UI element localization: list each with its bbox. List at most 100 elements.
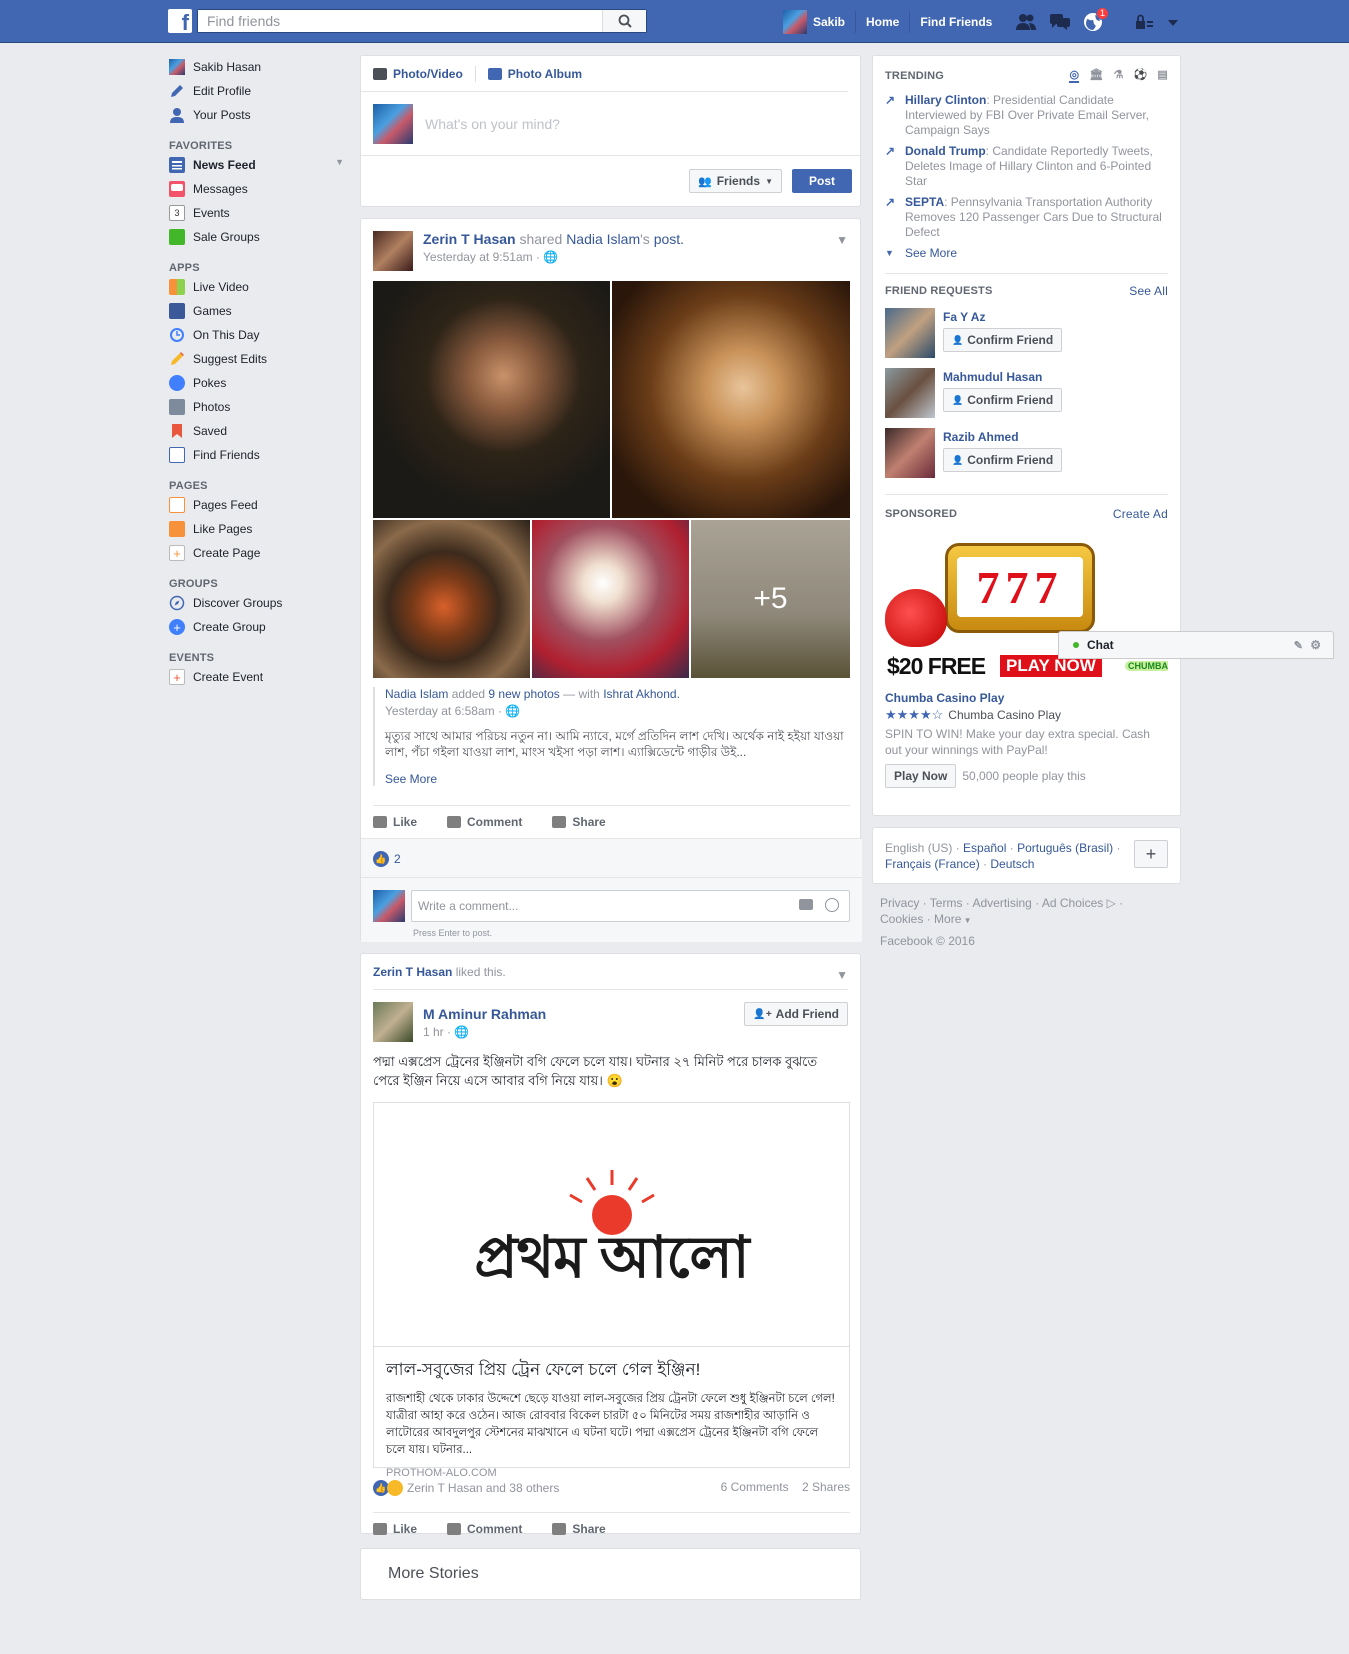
- tab-photo-video[interactable]: Photo/Video: [373, 67, 463, 81]
- tagged-user-link[interactable]: Ishrat Akhond.: [603, 687, 680, 701]
- shares-count[interactable]: 2 Shares: [802, 1480, 850, 1494]
- like-button[interactable]: Like: [373, 1522, 417, 1536]
- entertainment-icon[interactable]: ▤: [1157, 68, 1168, 83]
- sidebar-item-news-feed[interactable]: News Feed ▼: [169, 153, 344, 177]
- politics-icon[interactable]: 🏛: [1089, 68, 1103, 83]
- more-stories-button[interactable]: More Stories: [360, 1548, 861, 1600]
- science-icon[interactable]: ⚗: [1113, 68, 1123, 83]
- composer-body[interactable]: What's on your mind?: [361, 92, 860, 156]
- photo[interactable]: [373, 281, 610, 518]
- search-button[interactable]: [602, 10, 646, 32]
- trending-item[interactable]: ↗ Hillary Clinton: Presidential Candidate…: [885, 93, 1168, 138]
- sports-icon[interactable]: ⚽: [1134, 68, 1148, 83]
- more-languages-button[interactable]: +: [1134, 840, 1168, 868]
- privacy-shortcuts-icon[interactable]: [1133, 13, 1155, 31]
- footer-link[interactable]: Terms: [930, 896, 963, 910]
- footer-link[interactable]: Advertising: [972, 896, 1031, 910]
- sidebar-item-like-pages[interactable]: Like Pages: [169, 517, 344, 541]
- photo[interactable]: [612, 281, 850, 518]
- footer-link[interactable]: More: [934, 912, 961, 926]
- trending-top-icon[interactable]: ◎: [1069, 68, 1080, 83]
- sidebar-item-discover-groups[interactable]: Discover Groups: [169, 591, 344, 615]
- compose-icon[interactable]: ✎: [1294, 639, 1303, 652]
- confirm-friend-button[interactable]: 👤 Confirm Friend: [943, 388, 1063, 412]
- see-more-link[interactable]: ▼ See More: [885, 246, 1168, 261]
- friend-requests-icon[interactable]: [1015, 13, 1037, 31]
- chat-bar[interactable]: Chat ✎ ⚙: [1058, 631, 1334, 659]
- language-link[interactable]: Français (France): [885, 857, 980, 871]
- sidebar-item-sale-groups[interactable]: Sale Groups: [169, 225, 344, 249]
- language-link[interactable]: Español: [963, 841, 1006, 855]
- gear-icon[interactable]: ⚙: [1310, 638, 1321, 652]
- sidebar-item-suggest-edits[interactable]: Suggest Edits: [169, 347, 344, 371]
- reactors-link[interactable]: 👍 Zerin T Hasan and 38 others: [373, 1480, 559, 1496]
- sidebar-item-your-posts[interactable]: Your Posts: [169, 103, 344, 127]
- requester-name[interactable]: Mahmudul Hasan: [943, 370, 1062, 384]
- sidebar-item-live-video[interactable]: Live Video: [169, 275, 344, 299]
- comments-count[interactable]: 6 Comments: [721, 1480, 789, 1494]
- post-link[interactable]: post.: [654, 231, 684, 247]
- sidebar-item-photos[interactable]: Photos: [169, 395, 344, 419]
- camera-icon[interactable]: [799, 899, 813, 910]
- link-preview[interactable]: প্রথম আলো লাল-সবুজের প্রিয় ট্রেন ফেলে চ…: [373, 1102, 850, 1479]
- sidebar-item-profile[interactable]: Sakib Hasan: [169, 55, 344, 79]
- sidebar-item-create-page[interactable]: + Create Page: [169, 541, 344, 565]
- status-input[interactable]: What's on your mind?: [425, 116, 560, 132]
- sidebar-item-events[interactable]: 3 Events: [169, 201, 344, 225]
- emoji-icon[interactable]: [825, 898, 839, 912]
- post-button[interactable]: Post: [791, 169, 852, 193]
- shared-from-link[interactable]: Nadia Islam: [566, 231, 640, 247]
- author-link[interactable]: Zerin T Hasan: [423, 231, 516, 247]
- search-input[interactable]: [198, 10, 598, 32]
- photo[interactable]: +5: [691, 520, 850, 678]
- add-friend-button[interactable]: 👤+ Add Friend: [744, 1002, 848, 1026]
- trending-item[interactable]: ↗ Donald Trump: Candidate Reportedly Twee…: [885, 144, 1168, 189]
- post-options-chevron-down-icon[interactable]: ▼: [836, 968, 848, 982]
- like-count[interactable]: 👍 2: [373, 851, 401, 867]
- language-link[interactable]: Português (Brasil): [1017, 841, 1113, 855]
- requester-name[interactable]: Fa Y Az: [943, 310, 1062, 324]
- liker-link[interactable]: Zerin T Hasan: [373, 965, 452, 979]
- sidebar-item-find-friends[interactable]: Find Friends: [169, 443, 344, 467]
- post-options-chevron-down-icon[interactable]: ▼: [836, 233, 848, 247]
- find-friends-link[interactable]: Find Friends: [910, 11, 1002, 33]
- shared-post-time[interactable]: Yesterday at 6:58am · 🌐: [385, 704, 850, 718]
- confirm-friend-button[interactable]: 👤 Confirm Friend: [943, 448, 1063, 472]
- notifications-icon[interactable]: 1: [1083, 6, 1109, 32]
- audience-selector[interactable]: 👥 Friends ▼: [689, 169, 782, 193]
- ad-title[interactable]: Chumba Casino Play: [885, 691, 1168, 705]
- photo[interactable]: [532, 520, 689, 678]
- footer-link[interactable]: Cookies: [880, 912, 923, 926]
- author-link[interactable]: M Aminur Rahman: [423, 1006, 546, 1022]
- home-link[interactable]: Home: [856, 10, 911, 33]
- trending-item[interactable]: ↗ SEPTA: Pennsylvania Transportation Auth…: [885, 195, 1168, 240]
- sidebar-item-create-group[interactable]: + Create Group: [169, 615, 344, 639]
- comment-input[interactable]: Write a comment...: [411, 890, 850, 922]
- requester-name[interactable]: Razib Ahmed: [943, 430, 1062, 444]
- sidebar-item-create-event[interactable]: + Create Event: [169, 665, 344, 689]
- avatar[interactable]: [885, 428, 935, 478]
- post-time[interactable]: Yesterday at 9:51am · 🌐: [423, 250, 684, 264]
- account-menu-chevron-down-icon[interactable]: [1167, 13, 1179, 31]
- sidebar-item-saved[interactable]: Saved: [169, 419, 344, 443]
- profile-link[interactable]: Sakib: [783, 9, 857, 34]
- chevron-down-icon[interactable]: ▼: [335, 157, 344, 167]
- avatar[interactable]: [373, 1002, 413, 1042]
- sidebar-item-pokes[interactable]: Pokes: [169, 371, 344, 395]
- avatar[interactable]: [885, 308, 935, 358]
- photos-link[interactable]: 9 new photos: [488, 687, 559, 701]
- post-time[interactable]: 1 hr · 🌐: [423, 1025, 546, 1039]
- confirm-friend-button[interactable]: 👤 Confirm Friend: [943, 328, 1063, 352]
- sidebar-item-pages-feed[interactable]: Pages Feed: [169, 493, 344, 517]
- share-button[interactable]: Share: [552, 815, 606, 829]
- sidebar-item-edit-profile[interactable]: Edit Profile: [169, 79, 344, 103]
- sidebar-item-games[interactable]: Games: [169, 299, 344, 323]
- shared-author-link[interactable]: Nadia Islam: [385, 687, 448, 701]
- footer-link[interactable]: Ad Choices: [1042, 896, 1103, 910]
- see-all-link[interactable]: See All: [1129, 284, 1168, 298]
- photo[interactable]: [373, 520, 530, 678]
- facebook-logo-icon[interactable]: f: [168, 9, 192, 33]
- sidebar-item-on-this-day[interactable]: On This Day: [169, 323, 344, 347]
- footer-link[interactable]: Privacy: [880, 896, 919, 910]
- share-button[interactable]: Share: [552, 1522, 606, 1536]
